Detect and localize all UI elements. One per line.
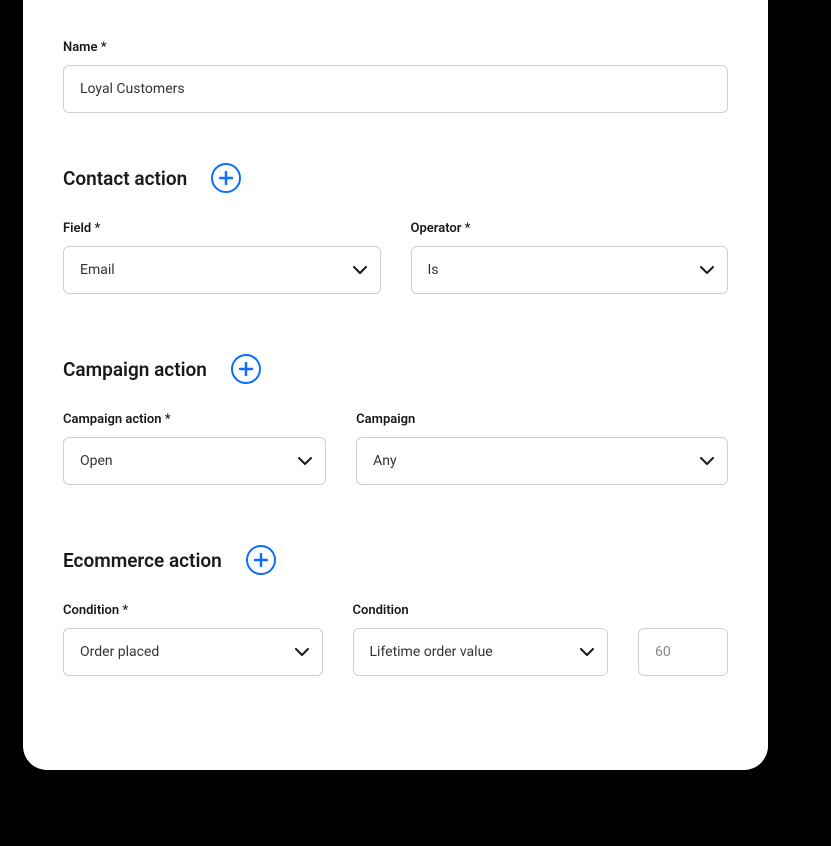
plus-icon: [254, 553, 268, 567]
add-ecommerce-action-button[interactable]: [246, 545, 276, 575]
field-label: Field *: [63, 221, 381, 236]
campaign-action-row: Campaign action * Open Campaign Any: [63, 412, 728, 485]
condition2-select[interactable]: Lifetime order value: [353, 628, 609, 676]
operator-col: Operator * Is: [411, 221, 729, 294]
campaign-select-wrap: Any: [356, 437, 728, 485]
ecommerce-action-header: Ecommerce action: [63, 545, 728, 575]
condition1-label: Condition *: [63, 603, 323, 618]
contact-action-header: Contact action: [63, 163, 728, 193]
campaign-action-col: Campaign action * Open: [63, 412, 326, 485]
form-card: Name * Contact action Field * Email Oper…: [23, 0, 768, 770]
condition2-col: Condition Lifetime order value: [353, 603, 609, 676]
plus-icon: [219, 171, 233, 185]
ecommerce-action-row: Condition * Order placed Condition Lifet…: [63, 603, 728, 676]
condition2-select-wrap: Lifetime order value: [353, 628, 609, 676]
number-input[interactable]: [638, 628, 728, 676]
condition1-select-wrap: Order placed: [63, 628, 323, 676]
campaign-action-select[interactable]: Open: [63, 437, 326, 485]
name-label: Name *: [63, 40, 728, 55]
campaign-label: Campaign: [356, 412, 728, 427]
field-select[interactable]: Email: [63, 246, 381, 294]
name-field-group: Name *: [63, 40, 728, 113]
campaign-action-label: Campaign action *: [63, 412, 326, 427]
contact-action-row: Field * Email Operator * Is: [63, 221, 728, 294]
operator-select[interactable]: Is: [411, 246, 729, 294]
field-col: Field * Email: [63, 221, 381, 294]
condition1-select[interactable]: Order placed: [63, 628, 323, 676]
add-contact-action-button[interactable]: [211, 163, 241, 193]
campaign-action-header: Campaign action: [63, 354, 728, 384]
condition2-label: Condition: [353, 603, 609, 618]
campaign-col: Campaign Any: [356, 412, 728, 485]
contact-action-title: Contact action: [63, 167, 187, 190]
ecommerce-action-title: Ecommerce action: [63, 549, 222, 572]
operator-select-wrap: Is: [411, 246, 729, 294]
field-select-wrap: Email: [63, 246, 381, 294]
add-campaign-action-button[interactable]: [231, 354, 261, 384]
campaign-action-select-wrap: Open: [63, 437, 326, 485]
operator-label: Operator *: [411, 221, 729, 236]
plus-icon: [239, 362, 253, 376]
campaign-select[interactable]: Any: [356, 437, 728, 485]
name-input[interactable]: [63, 65, 728, 113]
campaign-action-title: Campaign action: [63, 358, 207, 381]
condition1-col: Condition * Order placed: [63, 603, 323, 676]
number-col: [638, 603, 728, 676]
